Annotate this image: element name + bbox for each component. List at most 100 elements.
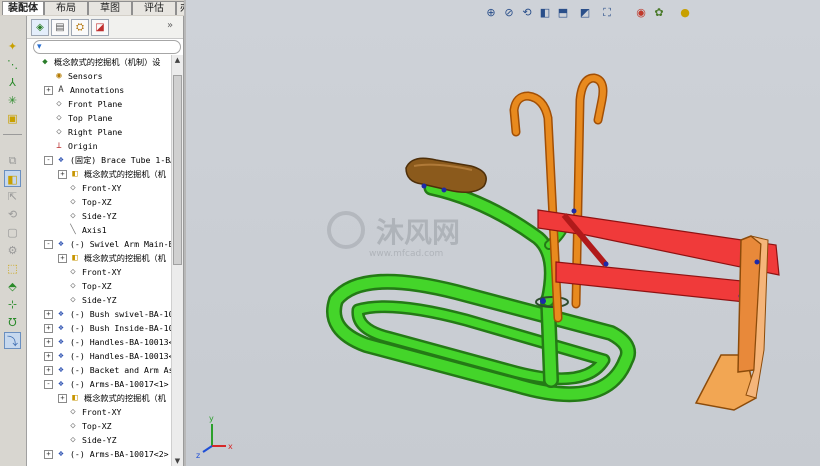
tree-item-label: 概念款式的挖掘机（机: [84, 253, 166, 263]
tab-1[interactable]: 布局: [44, 1, 88, 15]
tree-item[interactable]: ◇ Top Plane: [44, 111, 112, 125]
expand-toggle-icon[interactable]: +: [44, 450, 53, 459]
tree-item-label: (-) Backet and Arm Ass-: [70, 365, 171, 375]
tree-item[interactable]: ◇ Side-YZ: [58, 293, 116, 307]
scroll-thumb[interactable]: [173, 75, 182, 265]
component-icon[interactable]: ▣: [4, 110, 21, 127]
tree-item[interactable]: ╲ Axis1: [58, 223, 107, 237]
assembly-icon: ❖: [58, 379, 64, 389]
tree-item[interactable]: ⊥ Origin: [44, 139, 97, 153]
graphics-viewport[interactable]: ⊕ ⊘ ⟲ ◧ ⬒ ◩ ⛶ ◉ ✿ ● 沐风网 www.mfcad.com y …: [186, 0, 820, 466]
mate-icon[interactable]: ◧: [4, 170, 21, 187]
expand-toggle-icon[interactable]: -: [44, 380, 53, 389]
property-manager-tab-icon[interactable]: ▤: [51, 19, 69, 36]
tree-item-label: Front-XY: [82, 267, 122, 277]
tree-item[interactable]: + ❖ (-) Handles-BA-10013<2>: [44, 349, 171, 363]
tree-item[interactable]: + ❖ (-) Backet and Arm Ass-: [44, 363, 171, 377]
tab-0[interactable]: 装配体: [2, 1, 44, 15]
tree-item[interactable]: + ❖ (-) Bush Inside-BA-1001: [44, 321, 171, 335]
expand-toggle-icon[interactable]: +: [44, 310, 53, 319]
tab-2[interactable]: 草图: [88, 1, 132, 15]
tree-filter[interactable]: ▾: [33, 40, 181, 54]
tree-item[interactable]: - ❖ (固定) Brace Tube 1-BA-: [44, 153, 171, 167]
chevron-right-icon[interactable]: »: [167, 20, 173, 31]
exploded-view-icon[interactable]: ⬚: [4, 260, 21, 277]
smart-mate-icon[interactable]: ✦: [4, 38, 21, 55]
curves-icon[interactable]: ℧: [4, 314, 21, 331]
expand-toggle-icon[interactable]: +: [58, 170, 67, 179]
part-icon: ◧: [72, 169, 78, 179]
tree-item[interactable]: ◇ Side-YZ: [58, 433, 116, 447]
expand-toggle-icon[interactable]: -: [44, 156, 53, 165]
expand-toggle-icon[interactable]: +: [58, 254, 67, 263]
tree-item[interactable]: + ◧ 概念款式的挖掘机（机: [58, 391, 166, 405]
triad-z-label: z: [196, 451, 200, 460]
tab-3[interactable]: 评估: [132, 1, 176, 15]
axis-icon[interactable]: ⅄: [4, 74, 21, 91]
smart-fasteners-icon[interactable]: ⚙: [4, 242, 21, 259]
tree-item[interactable]: ◇ Side-YZ: [58, 209, 116, 223]
tree-item[interactable]: + ◧ 概念款式的挖掘机（机: [58, 167, 166, 181]
tree-item[interactable]: + A Annotations: [44, 83, 124, 97]
configuration-tab-icon[interactable]: ⛭: [71, 19, 89, 36]
expand-toggle-icon[interactable]: -: [44, 240, 53, 249]
point-icon[interactable]: ✳: [4, 92, 21, 109]
tree-item[interactable]: ◇ Front-XY: [58, 405, 121, 419]
seat[interactable]: [405, 157, 487, 193]
tree-item-label: 概念款式的挖掘机（机制）设: [54, 57, 161, 67]
expand-toggle-icon[interactable]: +: [44, 324, 53, 333]
expand-toggle-icon[interactable]: +: [44, 86, 53, 95]
tree-item[interactable]: ◇ Top-XZ: [58, 419, 111, 433]
move-component-icon[interactable]: ⇱: [4, 188, 21, 205]
scroll-up-icon[interactable]: ▲: [172, 55, 183, 65]
tree-item[interactable]: + ❖ (-) Arms-BA-10017<2> (: [44, 447, 171, 461]
assembly-features-icon[interactable]: ⬘: [4, 278, 21, 295]
expand-toggle-icon[interactable]: +: [44, 338, 53, 347]
rotate-component-icon[interactable]: ⟲: [4, 206, 21, 223]
tree-item[interactable]: - ❖ (-) Arms-BA-10017<1> (: [44, 377, 171, 391]
watermark-url: www.mfcad.com: [369, 249, 443, 259]
hide-show-icon[interactable]: ▢: [4, 224, 21, 241]
line-icon[interactable]: ⋱: [4, 56, 21, 73]
sensors-icon: ◉: [56, 71, 62, 81]
tree-item[interactable]: ◇ Top-XZ: [58, 279, 111, 293]
tree-item-label: (-) Arms-BA-10017<1> (: [70, 379, 171, 389]
tree-item[interactable]: ◇ Front Plane: [44, 97, 122, 111]
tree-item[interactable]: ◇ Right Plane: [44, 125, 122, 139]
tree-item-label: (-) Bush Inside-BA-1001: [70, 323, 171, 333]
plane-icon: ◇: [70, 281, 76, 291]
tree-item[interactable]: ◉ Sensors: [44, 69, 103, 83]
feature-tree-tab-icon[interactable]: ◈: [31, 19, 49, 36]
tree-scrollbar[interactable]: ▲ ▼: [171, 55, 183, 466]
insert-component-icon[interactable]: ⧉: [4, 152, 21, 169]
simulation-icon[interactable]: ⤵: [4, 332, 21, 349]
tree-item-label: Axis1: [82, 225, 107, 235]
assembly-icon: ❖: [58, 351, 64, 361]
tree-item-label: (-) Bush swivel-BA-1001: [70, 309, 171, 319]
tree-item[interactable]: ◇ Top-XZ: [58, 195, 111, 209]
dimxpert-tab-icon[interactable]: ◪: [91, 19, 109, 36]
origin-icon: ⊥: [56, 141, 62, 151]
expand-toggle-icon[interactable]: +: [44, 352, 53, 361]
tree-item[interactable]: + ❖ (-) Handles-BA-10013<1>: [44, 335, 171, 349]
reference-geometry-icon[interactable]: ⊹: [4, 296, 21, 313]
tree-item-label: 概念款式的挖掘机（机: [84, 169, 166, 179]
tree-item[interactable]: + ❖ (-) Bush swivel-BA-1001: [44, 307, 171, 321]
expand-toggle-icon[interactable]: +: [58, 394, 67, 403]
scroll-down-icon[interactable]: ▼: [172, 456, 183, 466]
tree-item[interactable]: + ◧ 概念款式的挖掘机（机: [58, 251, 166, 265]
tree-item[interactable]: -❖ (-) Swivel Arm Main-BA-: [44, 237, 171, 251]
tree-item-label: Sensors: [68, 71, 103, 81]
watermark-logo: [327, 211, 365, 249]
expand-toggle-icon[interactable]: +: [44, 366, 53, 375]
watermark: 沐风网 www.mfcad.com: [327, 211, 460, 259]
tree-item[interactable]: ◇ Front-XY: [58, 181, 121, 195]
tree-item[interactable]: ◆ 概念款式的挖掘机（机制）设: [30, 55, 160, 69]
tree-item-label: Front Plane: [68, 99, 123, 109]
tree-item[interactable]: ◇ Front-XY: [58, 265, 121, 279]
